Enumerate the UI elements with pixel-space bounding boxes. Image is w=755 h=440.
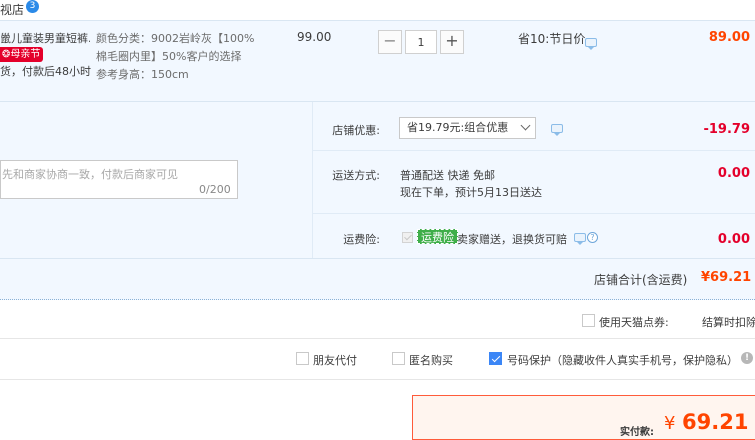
- insurance-label: 运费险:: [343, 233, 380, 246]
- sku-line: 参考身高：150cm: [96, 68, 189, 81]
- sku-line: 颜色分类：9002岩岭灰【100%: [96, 32, 255, 45]
- insurance-amount: 0.00: [717, 232, 750, 247]
- ship-time-note: 货，付款后48小时: [0, 65, 91, 78]
- friend-pay-label: 朋友代付: [313, 354, 357, 367]
- insurance-text: 卖家赠送，退换货可赔: [457, 233, 567, 246]
- chevron-down-icon: [520, 120, 531, 131]
- discount-text: 省10:节日价: [518, 32, 586, 46]
- chat-bubble-icon[interactable]: [585, 38, 597, 50]
- anonymous-checkbox[interactable]: [392, 352, 405, 365]
- shipping-eta: 现在下单，预计5月13日送达: [400, 186, 542, 199]
- question-icon[interactable]: ?: [587, 232, 598, 243]
- info-icon[interactable]: !: [741, 352, 753, 364]
- settle-deduct-text: 结算时扣除: [702, 316, 755, 329]
- number-protect-checkbox[interactable]: [489, 352, 502, 365]
- subtotal-value: ¥69.21: [701, 270, 752, 285]
- unit-price: 99.00: [297, 30, 332, 44]
- promo-label: 母亲节: [10, 49, 41, 60]
- quantity-stepper: − +: [378, 30, 464, 54]
- shipping-method: 普通配送 快递 免邮: [400, 169, 495, 182]
- coupon-amount: -19.79: [703, 122, 750, 137]
- anonymous-label: 匿名购买: [409, 354, 453, 367]
- payment-currency: ¥: [664, 413, 676, 434]
- divider: [313, 150, 755, 151]
- tmall-coupon-label: 使用天猫点券:: [599, 316, 669, 329]
- coupon-selected-value: 省19.79元:组合优惠: [407, 121, 509, 134]
- message-placeholder: 先和商家协商一致，付款后商家可见: [2, 168, 178, 181]
- chat-bubble-icon[interactable]: [551, 124, 563, 136]
- coupon-select[interactable]: 省19.79元:组合优惠: [399, 117, 536, 139]
- message-char-count: 0/200: [199, 183, 231, 196]
- friend-pay-checkbox[interactable]: [296, 352, 309, 365]
- insurance-tag: 运费险: [417, 229, 458, 244]
- decrease-quantity-button[interactable]: −: [378, 30, 402, 54]
- divider: [313, 213, 755, 214]
- payment-value: 69.21: [682, 410, 749, 434]
- chat-bubble-icon[interactable]: [574, 233, 586, 245]
- subtotal-label: 店铺合计(含运费): [594, 273, 688, 287]
- sku-line: 棉毛圈内里】50%客户的选择: [96, 50, 242, 63]
- payment-label: 实付款:: [620, 427, 654, 438]
- item-total: 89.00: [708, 30, 750, 45]
- sku-info: 颜色分类：9002岩岭灰【100% 棉毛圈内里】50%客户的选择 参考身高：15…: [96, 30, 271, 84]
- shop-link[interactable]: 视店: [0, 1, 24, 18]
- insurance-checkbox: [402, 232, 413, 243]
- number-protect-label: 号码保护（隐藏收件人真实手机号，保护隐私）: [507, 354, 738, 367]
- top-bar: [0, 0, 755, 21]
- increase-quantity-button[interactable]: +: [440, 30, 464, 54]
- promo-tag: ❂母亲节: [0, 47, 44, 62]
- shipping-amount: 0.00: [717, 166, 750, 181]
- shipping-label: 运送方式:: [332, 169, 380, 182]
- quantity-input[interactable]: [405, 30, 437, 54]
- item-title-link[interactable]: 巤儿童装男童短裤...: [0, 30, 90, 46]
- tmall-coupon-checkbox[interactable]: [582, 314, 595, 327]
- coupon-label: 店铺优惠:: [332, 124, 380, 137]
- shop-badge: 3: [26, 0, 39, 13]
